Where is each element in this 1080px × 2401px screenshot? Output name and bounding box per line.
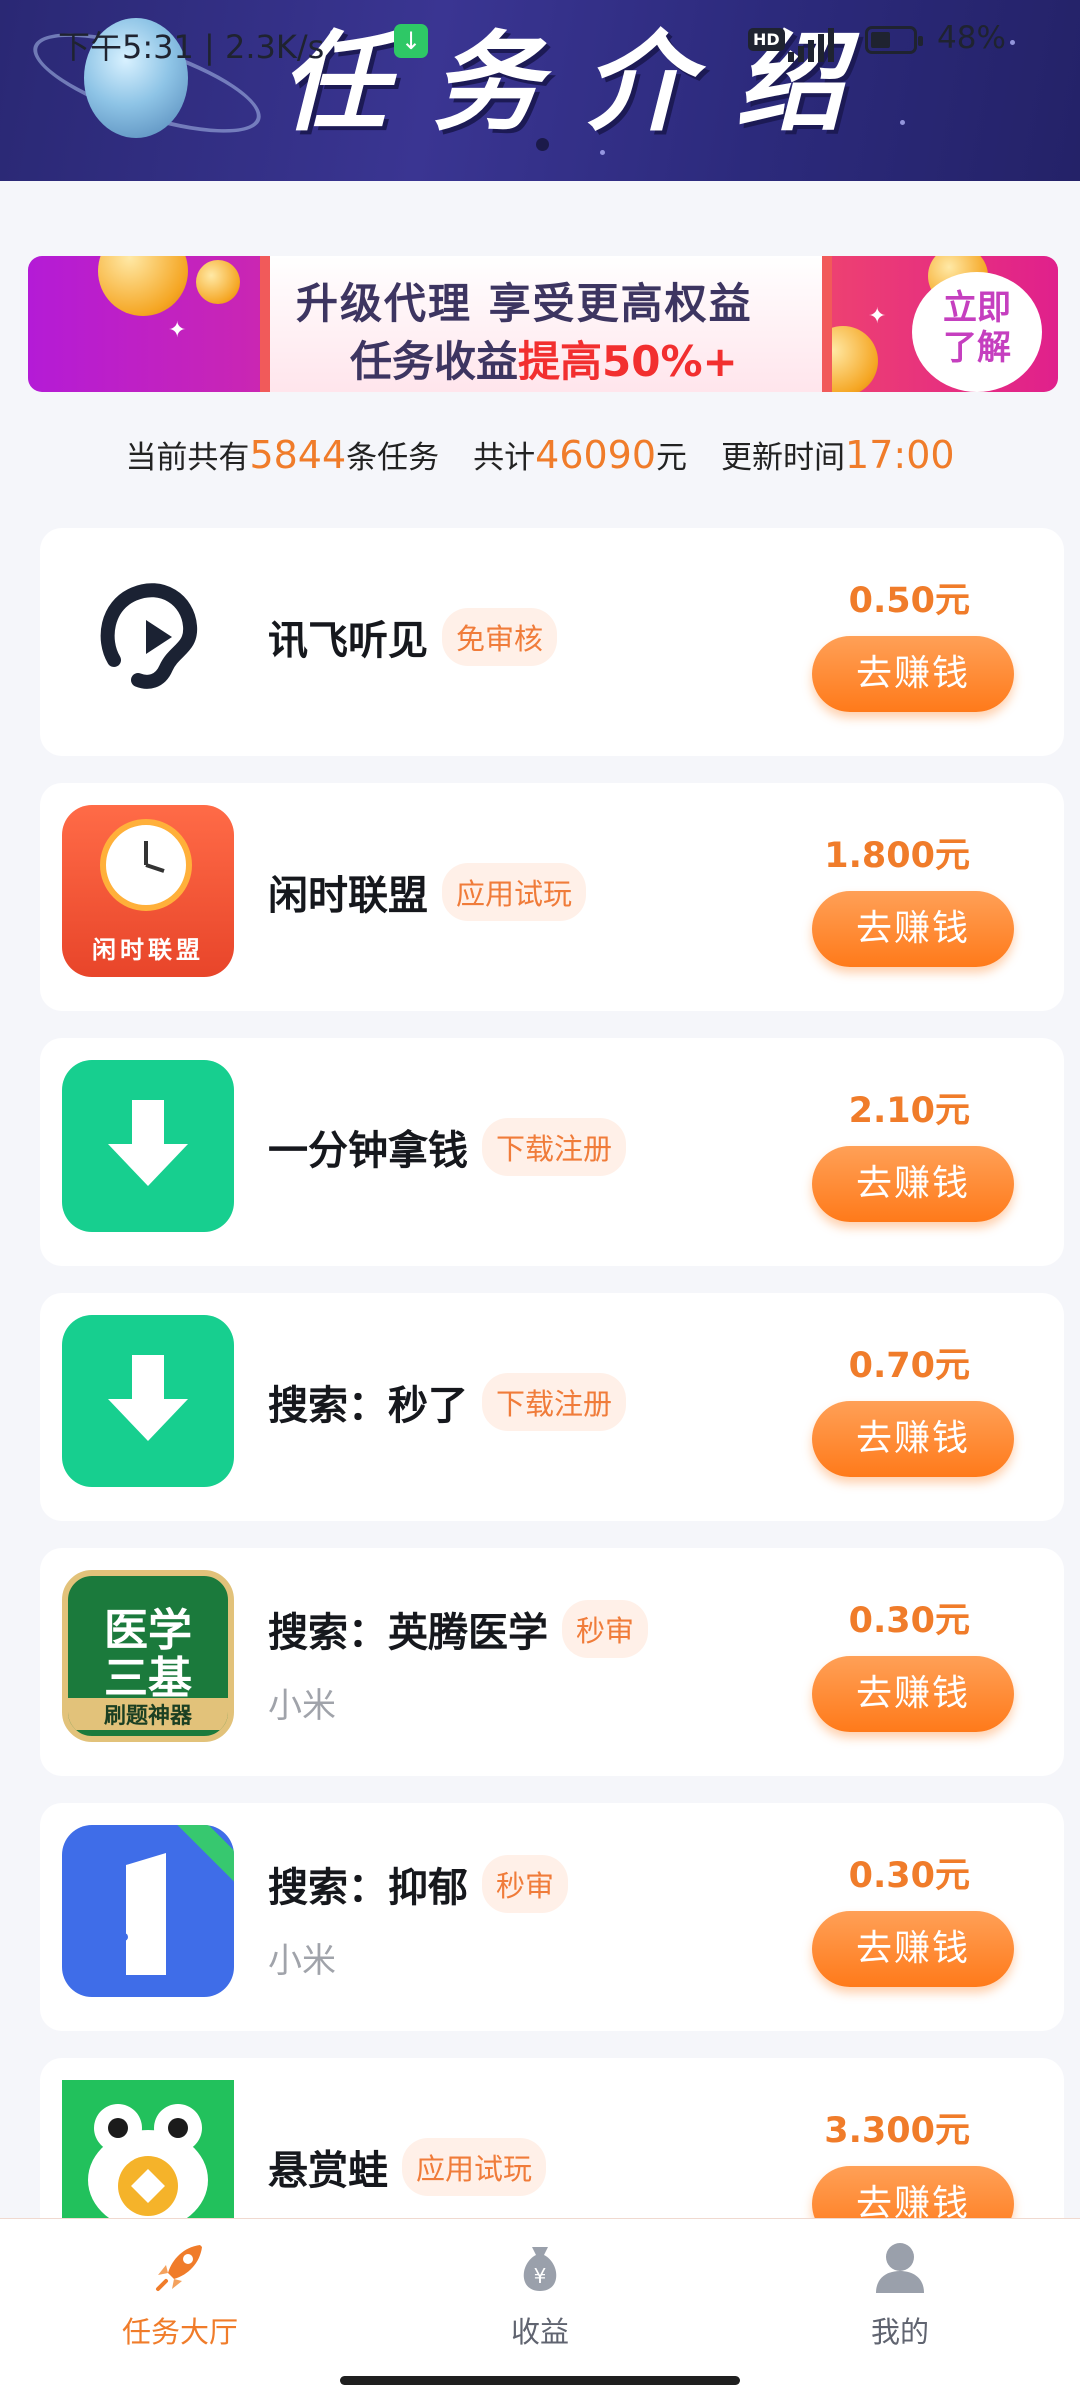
task-price: 0.30元 (848, 1601, 970, 1641)
task-tag: 下载注册 (482, 1118, 627, 1176)
ear-play-icon (62, 550, 234, 722)
icon-caption: 刷题神器 (68, 1698, 228, 1730)
task-price: 1.800元 (824, 836, 970, 876)
task-tag: 秒审 (562, 1600, 649, 1658)
task-card[interactable]: 闲时联盟 闲时联盟 应用试玩 1.800元 去赚钱 (40, 783, 1064, 1011)
task-card[interactable]: 搜索：抑郁 秒审 小米 0.30元 去赚钱 (40, 1803, 1064, 2031)
hd-badge: HD (748, 28, 785, 51)
camera-dot (536, 138, 549, 151)
task-card[interactable]: 医学 三基 刷题神器 搜索：英腾医学 秒审 小米 0.30元 去赚钱 (40, 1548, 1064, 1776)
task-title: 悬赏蛙 (268, 2148, 388, 2194)
task-card[interactable]: 一分钟拿钱 下载注册 2.10元 去赚钱 (40, 1038, 1064, 1266)
task-info: 闲时联盟 应用试玩 (268, 783, 828, 1011)
status-time: 下午5:31 (58, 28, 194, 66)
promo-subline-prefix: 任务收益 (350, 337, 519, 386)
home-indicator[interactable] (340, 2376, 740, 2385)
earn-button[interactable]: 去赚钱 (812, 891, 1014, 967)
svg-text:¥: ¥ (534, 2264, 547, 2288)
status-separator: | (204, 28, 225, 66)
nav-profile[interactable]: 我的 (800, 2237, 1000, 2351)
nav-label: 收益 (510, 2315, 569, 2349)
icon-caption: 闲时联盟 (92, 936, 204, 964)
task-price: 0.70元 (848, 1346, 970, 1386)
nav-label: 我的 (870, 2315, 929, 2349)
task-info: 搜索：秒了 下载注册 (268, 1293, 828, 1521)
earn-button[interactable]: 去赚钱 (812, 636, 1014, 712)
promo-highlight: 提高50%+ (518, 337, 738, 386)
sparkle-icon: ✦ (868, 304, 887, 329)
task-subtitle: 小米 (268, 1941, 336, 1981)
rocket-icon (150, 2237, 210, 2297)
earn-button[interactable]: 去赚钱 (812, 1911, 1014, 1987)
download-notification-icon: ↓ (394, 24, 428, 58)
status-right: HD 48% (620, 0, 1080, 86)
upgrade-agent-banner[interactable]: ✦ ✦ 升级代理 享受更高权益 任务收益提高50%+ 立即了解 (28, 256, 1058, 392)
promo-headline: 升级代理 享受更高权益 (296, 279, 753, 328)
battery-fill (871, 32, 890, 48)
task-info: 一分钟拿钱 下载注册 (268, 1038, 828, 1266)
coin-decoration (98, 256, 188, 316)
door-one-icon (62, 1825, 234, 1997)
earn-button[interactable]: 去赚钱 (812, 1146, 1014, 1222)
promo-subline: 任务收益提高50%+ (350, 328, 738, 389)
task-unit: 条任务 (346, 440, 440, 476)
task-title: 讯飞听见 (268, 618, 428, 664)
task-price: 0.30元 (848, 1856, 970, 1896)
update-prefix: 更新时间 (721, 440, 846, 476)
task-tag: 应用试玩 (402, 2138, 547, 2196)
user-icon (870, 2237, 930, 2297)
battery-percent: 48% (937, 20, 1006, 56)
earn-button[interactable]: 去赚钱 (812, 1401, 1014, 1477)
money-bag-icon: ¥ (510, 2237, 570, 2297)
task-price: 3.300元 (824, 2111, 970, 2151)
task-tag: 免审核 (442, 608, 558, 666)
task-title: 一分钟拿钱 (268, 1128, 468, 1174)
icon-caption: 三基 (104, 1653, 192, 1704)
bottom-nav: 任务大厅 ¥ 收益 我的 (0, 2218, 1080, 2401)
task-tag: 应用试玩 (442, 863, 587, 921)
star-decoration (900, 120, 905, 125)
task-subtitle: 小米 (268, 1686, 336, 1726)
task-title: 闲时联盟 (268, 873, 428, 919)
task-price: 0.50元 (848, 581, 970, 621)
total-amount: 46090 (535, 433, 657, 477)
clock-face (100, 819, 192, 911)
update-time: 17:00 (845, 433, 955, 477)
sparkle-icon: ✦ (168, 318, 187, 343)
nav-label: 任务大厅 (121, 2315, 238, 2349)
total-unit: 元 (656, 440, 688, 476)
medical-book-icon: 医学 三基 刷题神器 (62, 1570, 234, 1742)
earn-button[interactable]: 去赚钱 (812, 1656, 1014, 1732)
task-title: 搜索：英腾医学 (268, 1610, 548, 1656)
task-title: 搜索：抑郁 (268, 1865, 468, 1911)
task-count: 5844 (249, 433, 347, 477)
total-prefix: 共计 (473, 440, 536, 476)
status-bar: 下午5:31 | 2.3K/s ↓ HD 48% (0, 0, 1080, 86)
task-info: 搜索：抑郁 秒审 小米 (268, 1803, 828, 2031)
task-tag: 下载注册 (482, 1373, 627, 1431)
learn-more-label: 立即了解 (943, 288, 1011, 368)
task-info: 搜索：英腾医学 秒审 小米 (268, 1548, 828, 1776)
task-card[interactable]: 搜索：秒了 下载注册 0.70元 去赚钱 (40, 1293, 1064, 1521)
task-price: 2.10元 (848, 1091, 970, 1131)
nav-task-hall[interactable]: 任务大厅 (80, 2237, 280, 2351)
summary-prefix: 当前共有 (125, 440, 250, 476)
download-icon (62, 1315, 234, 1487)
task-card[interactable]: 讯飞听见 免审核 0.50元 去赚钱 (40, 528, 1064, 756)
task-tag: 秒审 (482, 1855, 569, 1913)
task-list: 讯飞听见 免审核 0.50元 去赚钱 闲时联盟 闲时联盟 应用试玩 1.800元 去… (40, 528, 1064, 2313)
status-net-speed: 2.3K/s (225, 28, 325, 66)
download-icon (62, 1060, 234, 1232)
battery-icon (865, 26, 923, 54)
coin-decoration (196, 260, 240, 304)
task-info: 讯飞听见 免审核 (268, 528, 828, 756)
nav-earnings[interactable]: ¥ 收益 (440, 2237, 640, 2351)
star-decoration (600, 150, 605, 155)
task-title: 搜索：秒了 (268, 1383, 468, 1429)
task-summary: 当前共有5844条任务 共计46090元 更新时间17:00 (0, 432, 1080, 477)
learn-more-button[interactable]: 立即了解 (912, 272, 1042, 392)
status-left: 下午5:31 | 2.3K/s (58, 22, 324, 68)
clock-envelope-icon: 闲时联盟 (62, 805, 234, 977)
